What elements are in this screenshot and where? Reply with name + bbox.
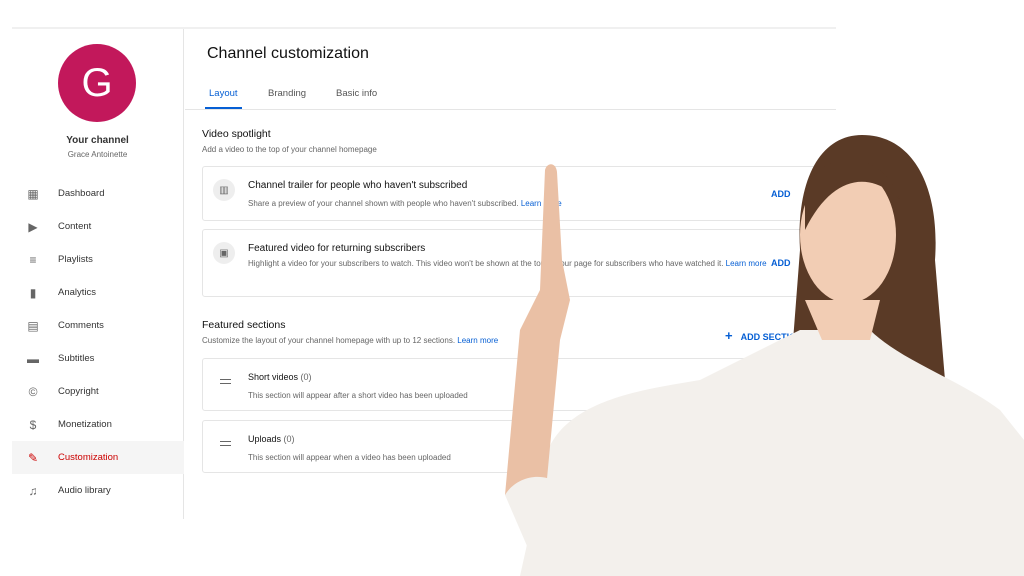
add-featured-video-button[interactable]: ADD bbox=[771, 258, 791, 268]
woman-pointing-photo bbox=[505, 135, 1024, 576]
add-trailer-button[interactable]: ADD bbox=[771, 189, 791, 199]
